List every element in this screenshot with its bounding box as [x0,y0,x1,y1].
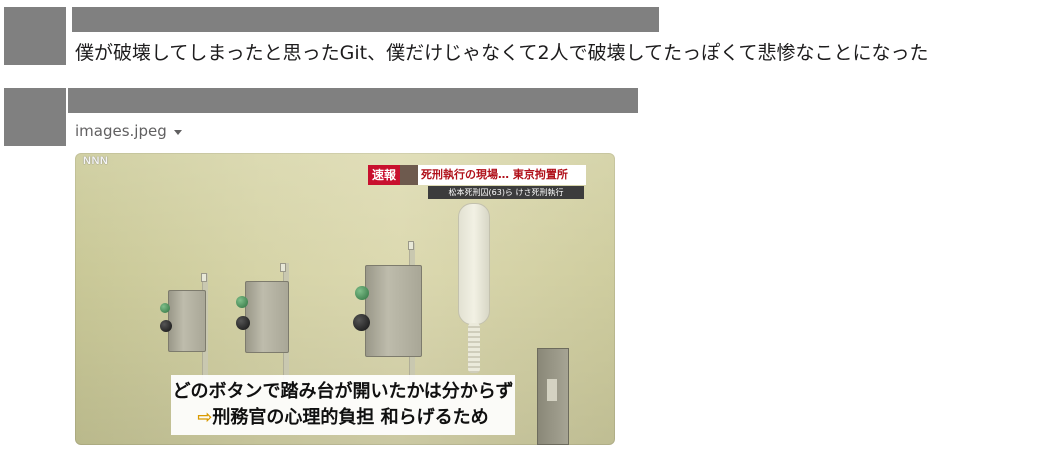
ticker-badge: 速報 [368,165,401,185]
box-tag [280,263,286,272]
broadcaster-logo-text: NNN [83,155,109,167]
black-button-icon [236,316,250,330]
avatar[interactable] [4,7,66,65]
chevron-down-icon[interactable] [173,129,182,135]
black-button-icon [353,314,370,331]
green-button-icon [236,296,248,308]
ticker-photo [400,165,419,185]
caption-line-2-text: 刑務官の心理的負担 和らげるため [212,407,489,428]
message-list: 僕が破壊してしまったと思ったGit、僕だけじゃなくて2人で破壊してたっぽくて悲惨… [0,0,1043,466]
green-button-icon [160,303,170,313]
arrow-right-icon: ⇨ [197,407,213,428]
redacted-username [68,88,638,113]
image-attachment[interactable]: NNN 速報 死刑執行の現場… 東京拘置所 松本死刑囚(63)ら けさ死刑執行 [75,153,615,445]
caption-line-2: ⇨刑務官の心理的負担 和らげるため [197,405,488,431]
wall-switch-plate [537,348,569,445]
ticker-headline: 死刑執行の現場… 東京拘置所 [418,165,586,185]
button-box [365,265,422,357]
ticker-subline: 松本死刑囚(63)ら けさ死刑執行 [428,186,584,199]
avatar[interactable] [4,88,66,146]
broadcaster-logo: NNN [83,155,108,167]
phone-cord [468,323,480,373]
box-tag [408,241,414,250]
wall-switch [547,379,557,401]
green-button-icon [355,286,369,300]
attachment-filename[interactable]: images.jpeg [75,121,167,141]
black-button-icon [160,320,172,332]
attachment-header[interactable]: images.jpeg [75,121,182,141]
message-text: 僕が破壊してしまったと思ったGit、僕だけじゃなくて2人で破壊してたっぽくて悲惨… [75,42,929,64]
ticker-top: 速報 死刑執行の現場… 東京拘置所 [368,165,586,185]
wall-phone [458,203,490,325]
button-box [168,290,206,352]
news-ticker: 速報 死刑執行の現場… 東京拘置所 松本死刑囚(63)ら けさ死刑執行 [368,165,586,199]
box-tag [201,273,207,282]
image-caption: どのボタンで踏み台が開いたかは分からず ⇨刑務官の心理的負担 和らげるため [171,375,515,435]
caption-line-1: どのボタンで踏み台が開いたかは分からず [172,381,514,402]
redacted-username [72,7,659,32]
button-box [245,281,289,353]
